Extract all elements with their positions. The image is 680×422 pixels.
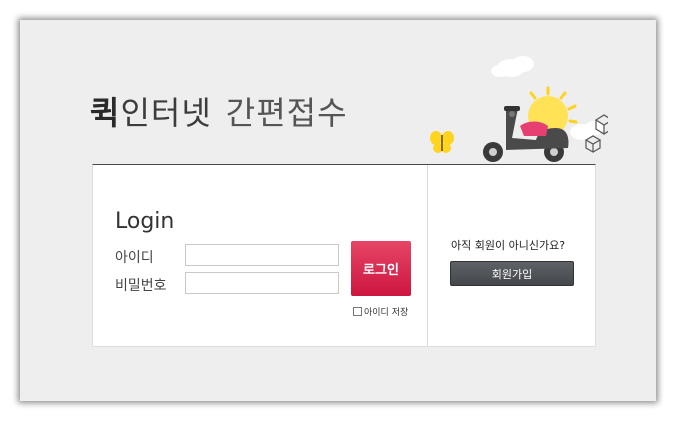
login-page: 퀵인터넷 간편접수 Login 아이디 비밀번호 로그인 아이디 저장 아직 회…	[20, 20, 656, 401]
login-heading-main: Log	[115, 209, 155, 234]
login-panel: Login 아이디 비밀번호 로그인 아이디 저장 아직 회원이 아니신가요? …	[92, 164, 596, 347]
title-rest: 인터넷	[120, 94, 212, 132]
save-id-checkbox[interactable]: 아이디 저장	[353, 305, 408, 318]
signup-button[interactable]: 회원가입	[450, 261, 574, 286]
page-title: 퀵인터넷 간편접수	[90, 88, 348, 138]
login-heading: Login	[115, 209, 174, 234]
panel-divider	[427, 165, 428, 347]
id-label: 아이디	[115, 250, 154, 266]
signup-question: 아직 회원이 아니신가요?	[451, 239, 566, 252]
save-id-label: 아이디 저장	[364, 308, 409, 318]
password-label: 비밀번호	[115, 278, 167, 294]
checkbox-icon[interactable]	[353, 307, 362, 316]
butterfly-icon	[430, 131, 454, 153]
login-heading-accent: in	[154, 209, 175, 234]
id-input[interactable]	[185, 244, 339, 266]
password-input[interactable]	[185, 272, 339, 294]
scooter-illustration	[430, 56, 608, 162]
title-light: 간편접수	[225, 94, 348, 132]
title-bold: 퀵	[90, 94, 121, 132]
login-button[interactable]: 로그인	[351, 241, 411, 296]
cloud-icon	[491, 56, 534, 77]
